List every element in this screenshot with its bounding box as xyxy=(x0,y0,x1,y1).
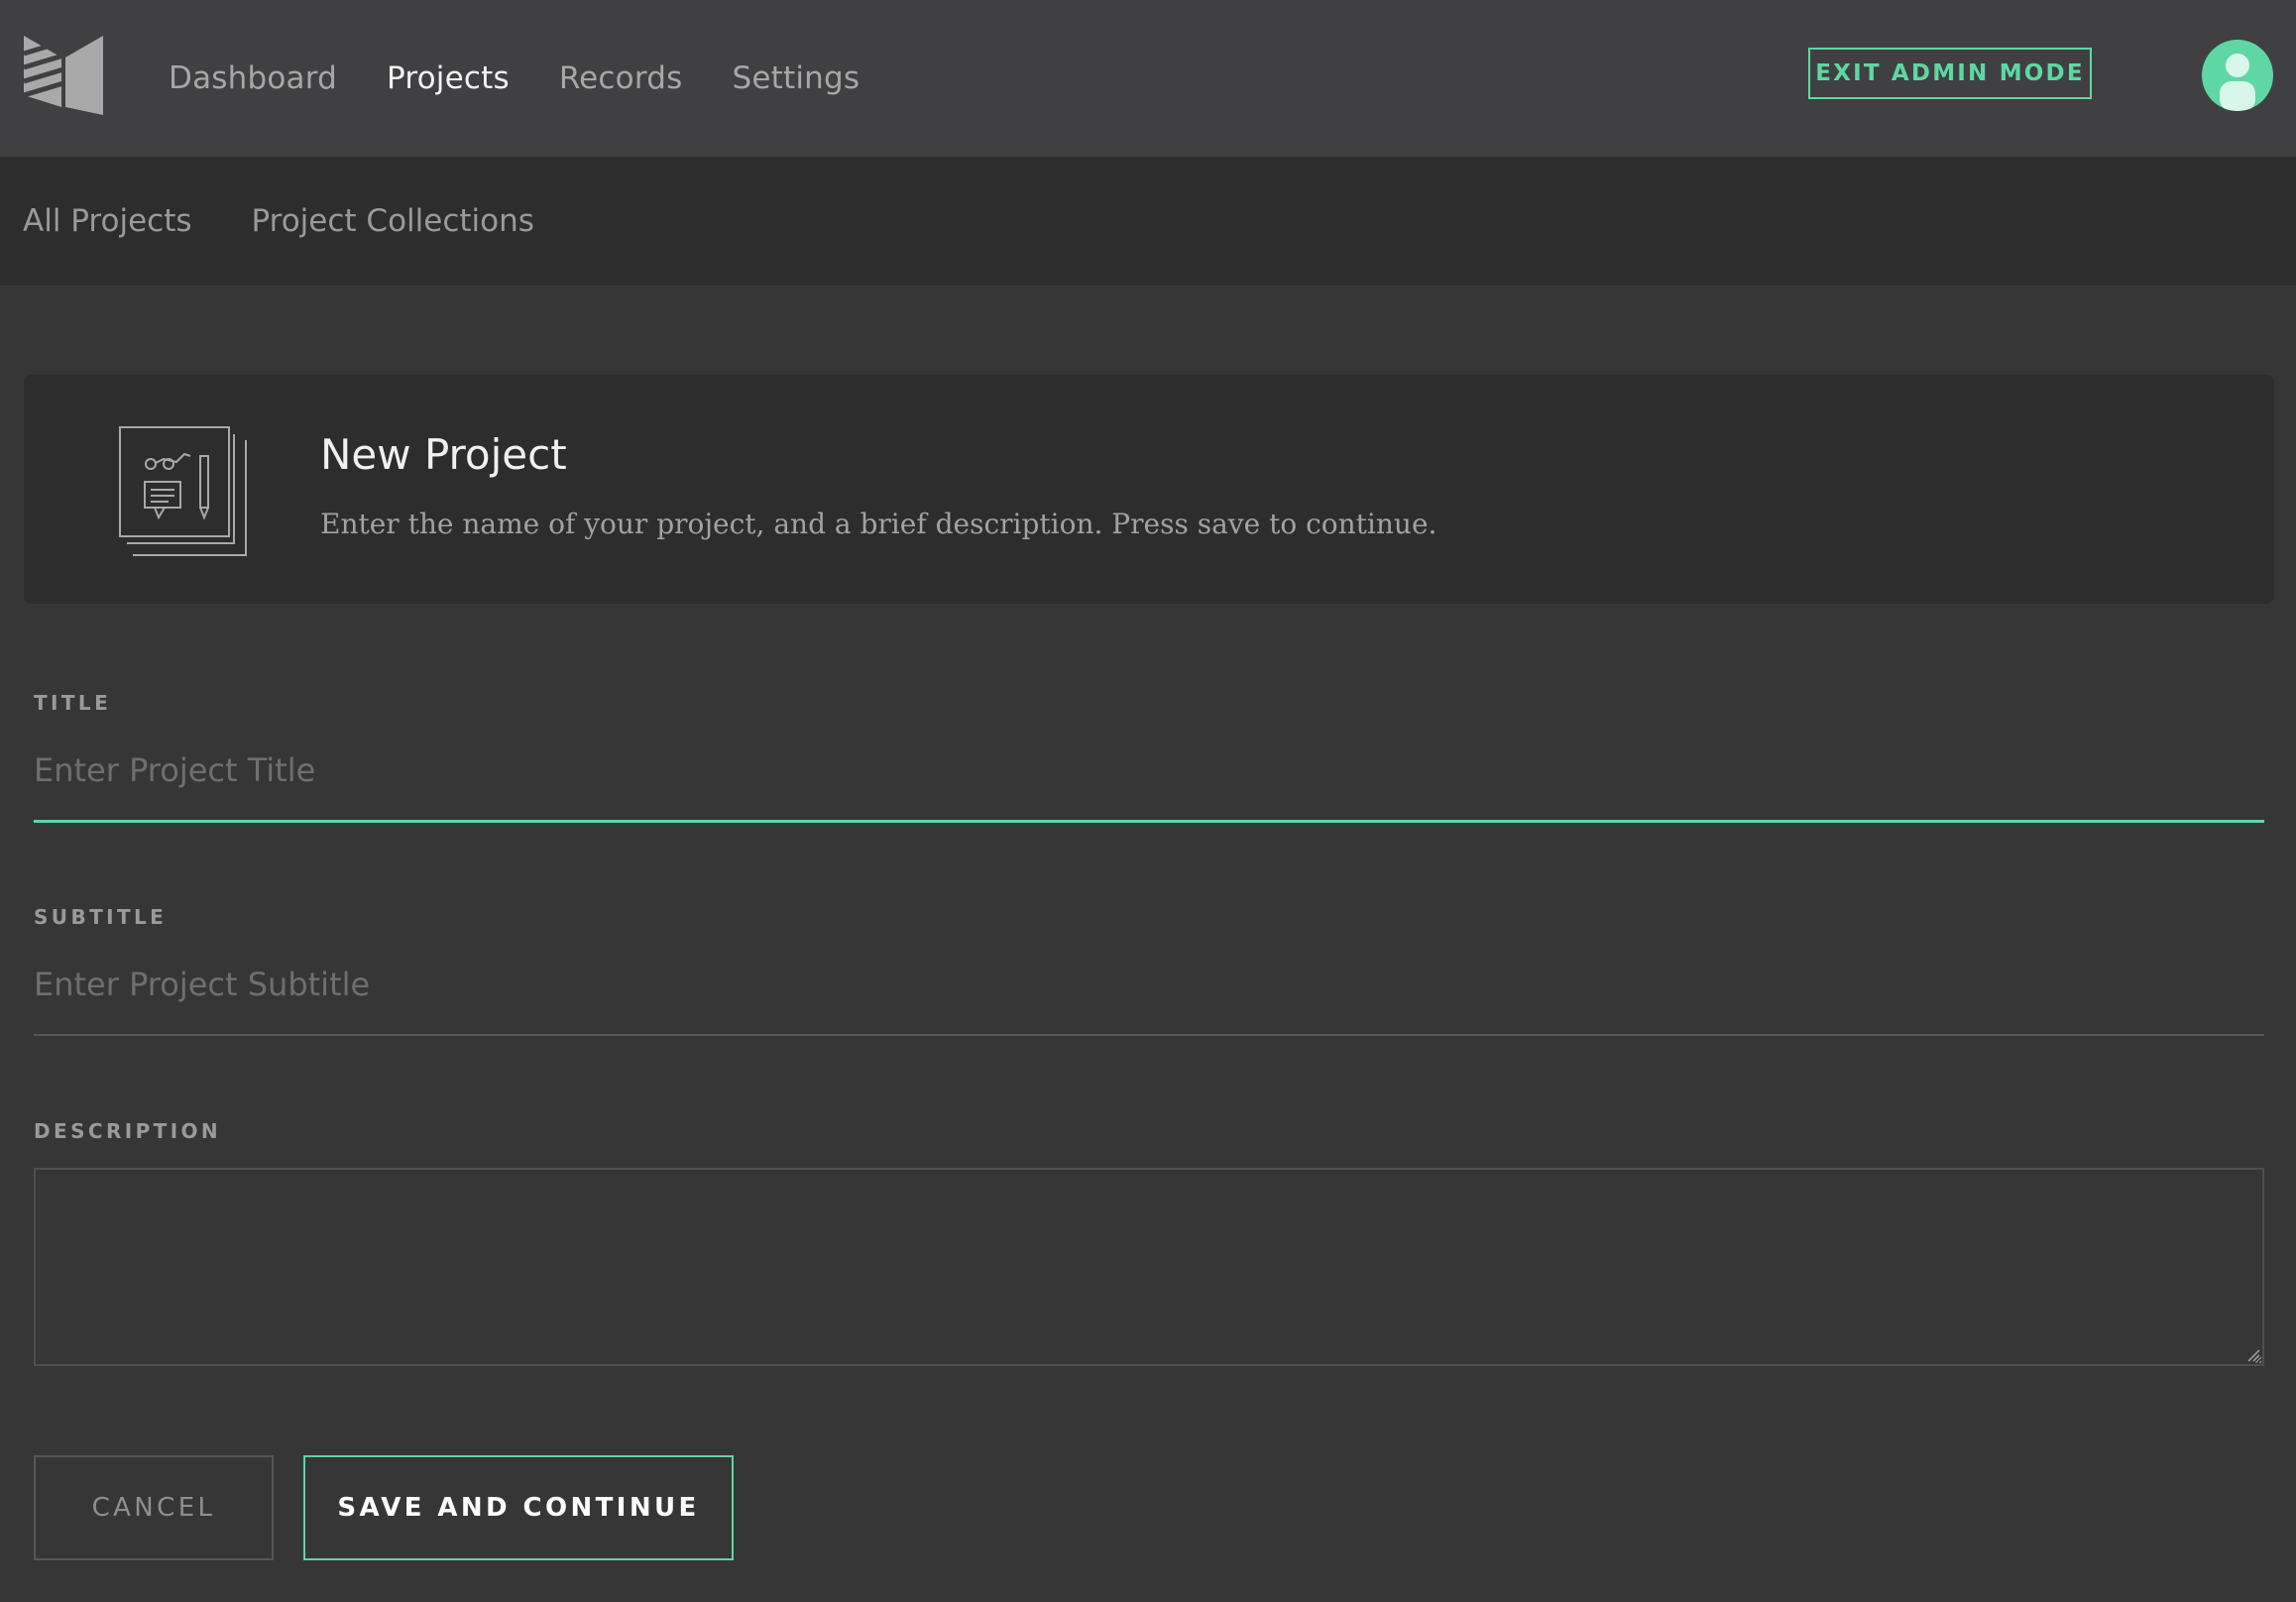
nav-item-records[interactable]: Records xyxy=(559,60,683,96)
save-and-continue-button[interactable]: SAVE AND CONTINUE xyxy=(303,1455,734,1560)
title-label: TITLE xyxy=(34,691,112,715)
project-title-input[interactable] xyxy=(34,736,2264,805)
subtitle-label: SUBTITLE xyxy=(34,905,168,929)
nav-item-settings[interactable]: Settings xyxy=(732,60,860,96)
description-label: DESCRIPTION xyxy=(34,1119,222,1143)
subnav-item-all-projects[interactable]: All Projects xyxy=(23,203,192,239)
title-input-underline xyxy=(34,820,2264,823)
page-title: New Project xyxy=(320,430,567,479)
top-navigation-bar: Dashboard Projects Records Settings EXIT… xyxy=(0,0,2296,157)
new-project-info-card: New Project Enter the name of your proje… xyxy=(24,375,2274,604)
project-description-textarea[interactable] xyxy=(34,1168,2264,1366)
user-avatar-icon[interactable] xyxy=(2202,40,2273,111)
cancel-button[interactable]: CANCEL xyxy=(34,1455,274,1560)
resize-handle-icon[interactable] xyxy=(2246,1348,2260,1362)
nav-item-dashboard[interactable]: Dashboard xyxy=(169,60,337,96)
book-logo-icon[interactable] xyxy=(24,36,103,115)
main-nav: Dashboard Projects Records Settings xyxy=(169,0,909,157)
exit-admin-mode-button[interactable]: EXIT ADMIN MODE xyxy=(1808,48,2092,99)
page-description: Enter the name of your project, and a br… xyxy=(320,508,1437,540)
project-subtitle-input[interactable] xyxy=(34,950,2264,1019)
subnav-item-project-collections[interactable]: Project Collections xyxy=(252,203,534,239)
sub-navigation: All Projects Project Collections xyxy=(0,157,2296,286)
subtitle-input-underline xyxy=(34,1034,2264,1036)
nav-item-projects[interactable]: Projects xyxy=(387,60,510,96)
project-documents-icon xyxy=(119,426,247,556)
